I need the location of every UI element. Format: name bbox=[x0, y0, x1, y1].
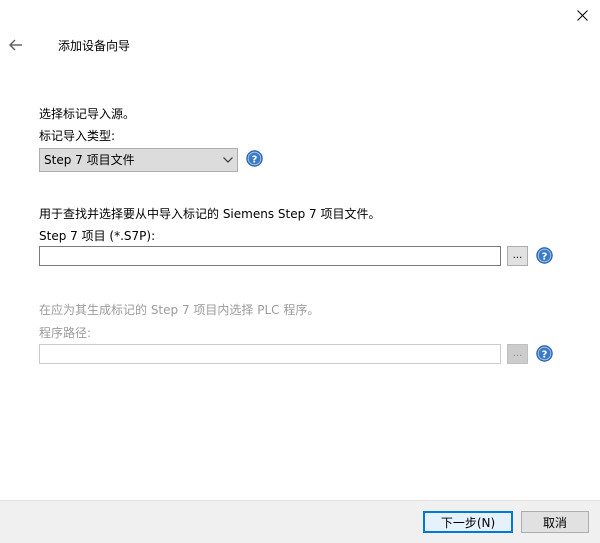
project-file-help-button[interactable]: ? bbox=[536, 247, 553, 264]
import-type-selected-value: Step 7 项目文件 bbox=[44, 153, 135, 167]
program-browse-button[interactable]: ... bbox=[507, 344, 528, 364]
import-type-dropdown[interactable]: Step 7 项目文件 bbox=[39, 148, 238, 172]
program-path-help-button[interactable]: ? bbox=[536, 345, 553, 362]
back-arrow-icon bbox=[9, 39, 22, 51]
svg-text:?: ? bbox=[542, 349, 548, 360]
wizard-title: 添加设备向导 bbox=[58, 39, 131, 53]
help-icon: ? bbox=[536, 345, 553, 362]
help-icon: ? bbox=[536, 247, 553, 264]
svg-text:?: ? bbox=[252, 154, 258, 165]
program-description: 在应为其生成标记的 Step 7 项目内选择 PLC 程序。 bbox=[39, 303, 320, 317]
import-type-help-button[interactable]: ? bbox=[246, 150, 263, 167]
import-type-label: 标记导入类型: bbox=[39, 129, 116, 143]
project-browse-button[interactable]: ... bbox=[507, 246, 528, 266]
close-button[interactable] bbox=[566, 2, 598, 28]
source-heading: 选择标记导入源。 bbox=[39, 107, 136, 121]
program-path-label: 程序路径: bbox=[39, 326, 92, 340]
project-description: 用于查找并选择要从中导入标记的 Siemens Step 7 项目文件。 bbox=[39, 207, 381, 221]
svg-text:?: ? bbox=[542, 251, 548, 262]
help-icon: ? bbox=[246, 150, 263, 167]
project-file-label: Step 7 项目 (*.S7P): bbox=[39, 229, 156, 243]
program-path-input[interactable] bbox=[39, 344, 501, 364]
next-button[interactable]: 下一步(N) bbox=[423, 511, 513, 533]
project-file-input[interactable] bbox=[39, 246, 501, 266]
chevron-down-icon bbox=[219, 149, 237, 171]
back-button[interactable] bbox=[4, 33, 28, 57]
cancel-button[interactable]: 取消 bbox=[521, 511, 589, 533]
close-icon bbox=[576, 9, 588, 21]
